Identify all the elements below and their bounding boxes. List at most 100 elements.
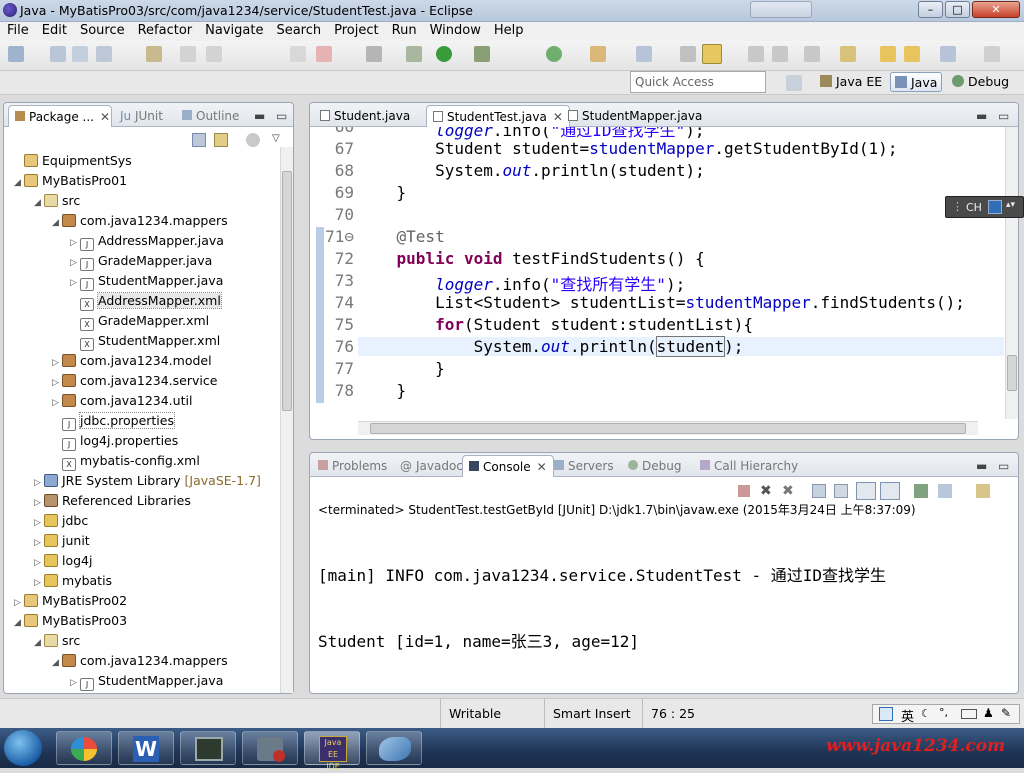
expand-arrow-icon[interactable]: ▷ bbox=[34, 553, 44, 573]
wrench-icon[interactable]: ✎ bbox=[1001, 706, 1011, 720]
ime-mode-icon[interactable] bbox=[988, 200, 1002, 214]
language-bar[interactable]: 英 ☾ °, ♟ ✎ bbox=[872, 704, 1020, 725]
code-line[interactable]: } bbox=[358, 359, 445, 378]
menu-refactor[interactable]: Refactor bbox=[131, 22, 199, 38]
open-perspective-icon[interactable] bbox=[786, 75, 802, 91]
editor-scroll-thumb[interactable] bbox=[1007, 355, 1017, 391]
tree-item[interactable]: ▷ mybatis bbox=[34, 571, 112, 591]
collapse-arrow-icon[interactable]: ◢ bbox=[14, 173, 24, 193]
expand-arrow-icon[interactable]: ▷ bbox=[70, 253, 80, 273]
toggle-mark-occurrences-icon[interactable] bbox=[702, 44, 722, 64]
tree-item[interactable]: ▷ J StudentMapper.java bbox=[70, 271, 223, 291]
taskbar-terminal[interactable] bbox=[180, 731, 236, 765]
close-tab-icon[interactable]: ✕ bbox=[100, 110, 110, 124]
expand-arrow-icon[interactable]: ▷ bbox=[70, 673, 80, 693]
close-button[interactable]: ✕ bbox=[972, 1, 1020, 18]
taskbar-tool[interactable] bbox=[242, 731, 298, 765]
chevron-down-icon[interactable]: ▽ bbox=[272, 133, 280, 144]
collapse-arrow-icon[interactable]: ◢ bbox=[52, 213, 62, 233]
tab-outline[interactable]: Outline bbox=[176, 105, 245, 127]
code-area[interactable]: logger.info("通过ID查找学生"); Student student… bbox=[358, 127, 1004, 403]
code-line[interactable]: @Test bbox=[358, 227, 445, 246]
taskbar-eclipse[interactable]: Java EE IDE bbox=[304, 731, 360, 771]
new-class-icon[interactable] bbox=[636, 46, 652, 62]
menu-help[interactable]: Help bbox=[487, 22, 530, 38]
pin-icon[interactable] bbox=[984, 46, 1000, 62]
ime-options-icon[interactable]: ▴▾ bbox=[1006, 200, 1015, 210]
tree-item[interactable]: X AddressMapper.xml bbox=[70, 291, 222, 311]
redo-icon[interactable] bbox=[206, 46, 222, 62]
minimize-button[interactable]: – bbox=[918, 1, 943, 18]
collapse-all-icon[interactable] bbox=[192, 133, 206, 147]
new-package-icon[interactable] bbox=[590, 46, 606, 62]
open-console-icon[interactable] bbox=[976, 484, 990, 498]
collapse-arrow-icon[interactable]: ◢ bbox=[34, 193, 44, 213]
tree-item[interactable]: ▷ J AddressMapper.java bbox=[70, 231, 224, 251]
run-icon[interactable] bbox=[436, 46, 452, 62]
show-stderr-icon[interactable] bbox=[880, 482, 900, 500]
pin-console-icon[interactable] bbox=[914, 484, 928, 498]
taskbar-word[interactable]: W bbox=[118, 731, 174, 765]
menu-file[interactable]: File bbox=[0, 22, 35, 38]
perspective-debug[interactable]: Debug bbox=[948, 72, 1013, 92]
view-menu-icon[interactable] bbox=[246, 133, 260, 147]
maximize-view-icon[interactable]: ▭ bbox=[992, 105, 1015, 127]
expand-arrow-icon[interactable]: ▷ bbox=[34, 573, 44, 593]
tree-item[interactable]: X GradeMapper.xml bbox=[70, 311, 209, 331]
prev-annotation-icon[interactable] bbox=[840, 46, 856, 62]
menu-window[interactable]: Window bbox=[423, 22, 487, 38]
collapse-arrow-icon[interactable]: ◢ bbox=[34, 633, 44, 653]
expand-arrow-icon[interactable]: ▷ bbox=[52, 373, 62, 393]
ime-language[interactable]: CH bbox=[966, 201, 982, 214]
perspective-java-ee[interactable]: Java EE bbox=[816, 72, 886, 92]
undo-icon[interactable] bbox=[180, 46, 196, 62]
skip-breakpoints-icon[interactable] bbox=[366, 46, 382, 62]
menu-navigate[interactable]: Navigate bbox=[198, 22, 269, 38]
expand-arrow-icon[interactable]: ▷ bbox=[34, 513, 44, 533]
display-selected-console-icon[interactable] bbox=[938, 484, 952, 498]
tree-scroll-thumb[interactable] bbox=[282, 171, 292, 411]
expand-arrow-icon[interactable]: ▷ bbox=[34, 533, 44, 553]
save-all-icon[interactable] bbox=[72, 46, 88, 62]
show-stdout-icon[interactable] bbox=[856, 482, 876, 500]
tab-javadoc[interactable]: @ Javadoc bbox=[394, 455, 469, 477]
tree-item[interactable]: ▷ J StudentMapper.java bbox=[70, 671, 223, 691]
tree-item[interactable]: Jlog4j.properties bbox=[52, 431, 178, 451]
code-line[interactable]: } bbox=[358, 183, 407, 202]
remove-all-icon[interactable]: ✖ bbox=[782, 483, 794, 499]
suspend-icon[interactable] bbox=[290, 46, 306, 62]
forward-icon[interactable] bbox=[940, 46, 956, 62]
maximize-view-icon[interactable]: ▭ bbox=[270, 105, 293, 127]
editor-vscroll[interactable] bbox=[1005, 127, 1018, 419]
expand-arrow-icon[interactable]: ▷ bbox=[34, 493, 44, 513]
tree-item[interactable]: ◢ src bbox=[34, 631, 80, 651]
tab-servers[interactable]: Servers bbox=[548, 455, 620, 477]
maximize-button[interactable]: □ bbox=[945, 1, 970, 18]
tree-item[interactable]: ▷ junit bbox=[34, 531, 90, 551]
link-with-editor-icon[interactable] bbox=[214, 133, 228, 147]
terminate-icon[interactable] bbox=[316, 46, 332, 62]
tab-studenttest-java[interactable]: StudentTest.java ✕ bbox=[426, 105, 570, 127]
clear-console-icon[interactable] bbox=[812, 484, 826, 498]
taskbar-windows-live[interactable] bbox=[56, 731, 112, 765]
tab-debug[interactable]: Debug bbox=[622, 455, 687, 477]
tree-item[interactable]: Xmybatis-config.xml bbox=[52, 451, 200, 471]
tree-item[interactable]: ▷ com.java1234.util bbox=[52, 391, 192, 411]
scroll-lock-icon[interactable] bbox=[834, 484, 848, 498]
code-line[interactable]: List<Student> studentList=studentMapper.… bbox=[358, 293, 965, 312]
editor-hscroll-thumb[interactable] bbox=[370, 423, 966, 434]
tree-item[interactable]: ◢ com.java1234.mappers bbox=[52, 651, 228, 671]
tab-call-hierarchy[interactable]: Call Hierarchy bbox=[694, 455, 804, 477]
minimize-view-icon[interactable]: ▬ bbox=[248, 105, 271, 127]
tree-item[interactable]: ◢ src bbox=[34, 191, 80, 211]
maximize-view-icon[interactable]: ▭ bbox=[992, 455, 1015, 477]
collapse-arrow-icon[interactable]: ◢ bbox=[14, 613, 24, 633]
expand-arrow-icon[interactable]: ▷ bbox=[70, 273, 80, 293]
ime-icon[interactable] bbox=[879, 707, 893, 721]
tree-item[interactable]: ▷ com.java1234.model bbox=[52, 351, 212, 371]
ime-lang-indicator[interactable]: 英 bbox=[901, 706, 914, 725]
tab-console[interactable]: Console ✕ bbox=[462, 455, 554, 477]
tree-item[interactable]: ◢ MyBatisPro03 bbox=[14, 611, 127, 631]
code-line[interactable]: logger.info("查找所有学生"); bbox=[358, 271, 685, 295]
close-tab-icon[interactable]: ✕ bbox=[537, 460, 547, 474]
